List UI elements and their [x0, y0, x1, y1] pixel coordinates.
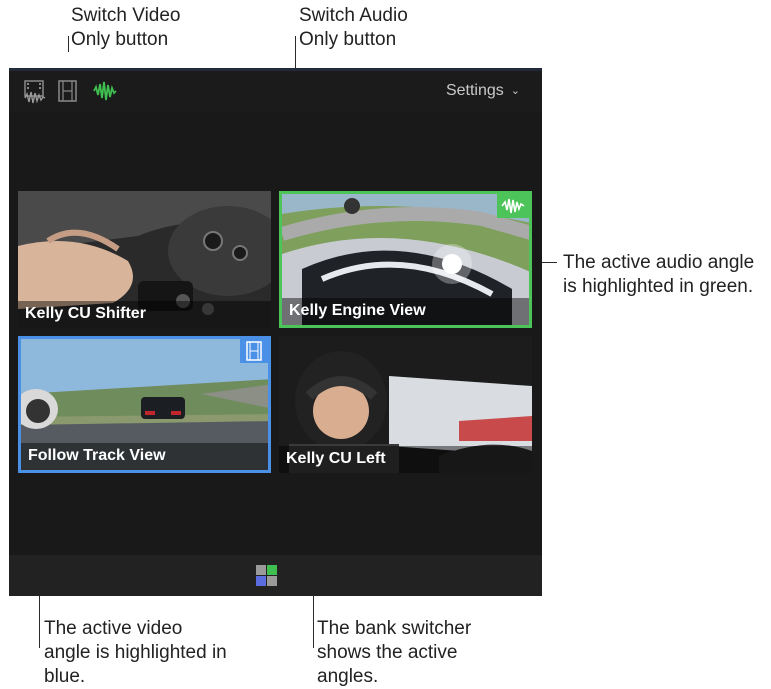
angle-kelly-cu-shifter[interactable]: Kelly CU Shifter: [18, 191, 271, 328]
callout-active-video: The active video angle is highlighted in…: [44, 617, 227, 689]
viewer-toolbar: Settings ⌄: [9, 68, 542, 112]
angle-grid: Kelly CU Shifter Kelly Engine View Follo…: [16, 191, 536, 481]
angle-kelly-engine-view[interactable]: Kelly Engine View: [279, 191, 532, 328]
callout-line-2: angle is highlighted in: [44, 642, 227, 663]
callout-line-1: The bank switcher: [317, 618, 472, 639]
bank-cell-active-audio: [267, 565, 277, 575]
waveform-icon: [501, 198, 525, 214]
callout-line-1: The active audio angle: [563, 252, 755, 273]
angle-kelly-cu-left[interactable]: Kelly CU Left: [279, 336, 532, 473]
callout-line-1: The active video: [44, 618, 183, 639]
switch-audio-only-button[interactable]: [92, 78, 118, 104]
callout-bank-switcher: The bank switcher shows the active angle…: [317, 617, 471, 689]
switch-video-and-audio-button[interactable]: [23, 78, 47, 104]
callout-switch-audio-only: Switch Audio Only button: [299, 4, 408, 52]
bank-switcher[interactable]: [256, 565, 278, 587]
settings-label: Settings: [445, 82, 504, 99]
bank-cell: [267, 576, 277, 586]
bank-cell-active-video: [256, 576, 266, 586]
angle-label: Kelly CU Left: [286, 450, 386, 467]
waveform-icon: [93, 81, 117, 101]
angle-viewer: Settings ⌄ Kelly CU Shifter Kelly Engine…: [9, 68, 542, 596]
callout-line-3: blue.: [44, 666, 86, 687]
film-icon: [246, 341, 262, 361]
bank-bar: [9, 555, 542, 596]
callout-line-1: Switch Audio: [299, 5, 408, 26]
bank-cell: [256, 565, 266, 575]
callout-active-audio: The active audio angle is highlighted in…: [563, 251, 754, 299]
callout-line-2: is highlighted in green.: [563, 276, 754, 297]
settings-menu[interactable]: Settings ⌄: [446, 80, 520, 103]
video-badge: [240, 339, 268, 363]
switch-video-only-button[interactable]: [57, 78, 79, 104]
callout-line-1: Switch Video: [71, 5, 181, 26]
callout-line-2: Only button: [71, 29, 169, 50]
leader-video-only: [68, 36, 69, 52]
callout-line-3: angles.: [317, 666, 379, 687]
callout-line-2: shows the active: [317, 642, 458, 663]
callout-switch-video-only: Switch Video Only button: [71, 4, 181, 52]
callout-line-2: Only button: [299, 29, 397, 50]
film-icon: [58, 80, 77, 102]
angle-label: Kelly CU Shifter: [25, 305, 146, 322]
angle-label: Follow Track View: [28, 447, 166, 464]
angle-label: Kelly Engine View: [289, 302, 426, 319]
audio-badge: [497, 194, 529, 218]
angle-follow-track-view[interactable]: Follow Track View: [18, 336, 271, 473]
chevron-down-icon: ⌄: [510, 85, 520, 97]
film-waveform-icon: [24, 80, 46, 104]
